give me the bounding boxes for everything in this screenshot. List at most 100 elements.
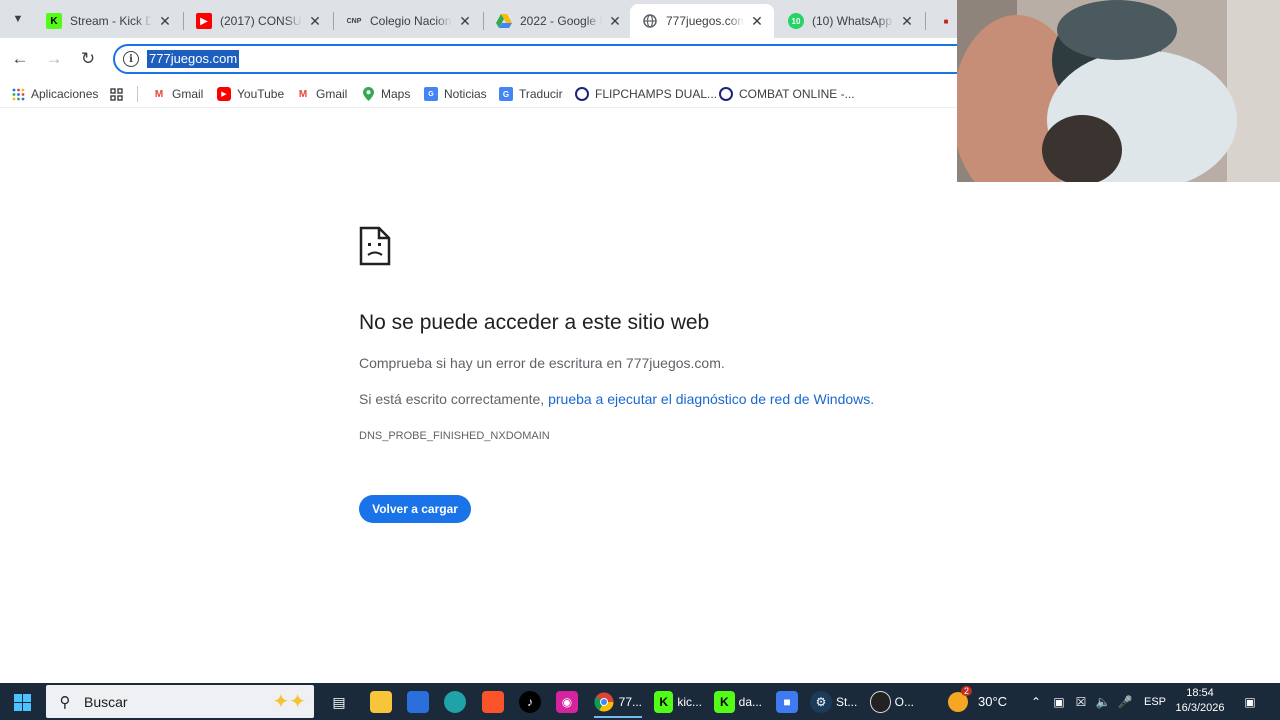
tab-colegio[interactable]: CNP Colegio Naciona ✕ [334,4,482,38]
bookmark-label: Maps [381,87,411,101]
weather-widget[interactable]: 2 30°C [948,683,1007,720]
microphone-icon[interactable]: 🎤 [1114,695,1136,709]
diagnostics-link[interactable]: prueba a ejecutar el diagnóstico de red … [548,391,870,407]
speaker-icon[interactable]: 🔈 [1092,695,1114,709]
task-view-button[interactable]: ▤ [324,686,358,718]
youtube-icon: ▶ [217,87,231,101]
error-code: DNS_PROBE_FINISHED_NXDOMAIN [359,430,550,442]
bookmark-gmail-2[interactable]: M Gmail [296,85,348,103]
sun-icon: 2 [948,685,972,712]
arrow-left-icon: ← [11,49,29,68]
sparkle-icon: ✦✦ [272,691,306,713]
taskbar-app-label: da... [738,695,762,709]
tab-search-button[interactable]: ▼ [6,7,30,31]
search-label: Buscar [84,693,128,710]
obs-taskbar-button[interactable]: O... [866,686,918,718]
sad-document-icon [359,226,391,271]
chrome-icon [594,691,615,713]
bookmark-flipchamps[interactable]: FLIPCHAMPS DUAL... [575,85,717,103]
windows-icon [13,693,31,711]
bookmark-label: Aplicaciones [31,87,99,101]
tab-777juegos[interactable]: 777juegos.com ✕ [630,4,774,38]
tab-overflow[interactable]: ■ [926,4,956,38]
bookmark-grid[interactable] [109,85,129,103]
task-view-icon: ▤ [332,693,346,710]
chrome-taskbar-button[interactable]: 77... [590,686,646,718]
reload-button[interactable]: ↻ [74,45,102,73]
close-icon[interactable]: ✕ [898,12,916,30]
steam-taskbar-button[interactable]: ⚙ St... [806,686,862,718]
tab-google-drive[interactable]: 2022 - Google D ✕ [484,4,632,38]
notifications-button[interactable]: ▣ [1240,683,1260,720]
back-button[interactable]: ← [6,45,34,73]
forward-button[interactable]: → [40,45,68,73]
info-icon[interactable]: i [123,51,139,67]
tab-youtube[interactable]: ▶ (2017) CONSUM ✕ [184,4,332,38]
close-icon[interactable]: ✕ [748,12,766,30]
file-explorer-button[interactable] [366,686,400,718]
whatsapp-icon: 10 [788,13,804,29]
bookmark-label: COMBAT ONLINE -... [739,87,855,101]
translate-icon: G [499,87,513,101]
tab-whatsapp[interactable]: 10 (10) WhatsApp ✕ [776,4,924,38]
webcam-video [957,0,1280,182]
brave-button[interactable] [478,686,512,718]
store-button[interactable] [403,686,437,718]
roblox-icon: ■ [776,691,798,713]
bookmark-traducir[interactable]: G Traducir [499,85,563,103]
tab-kick-stream[interactable]: K Stream - Kick Da ✕ [34,4,182,38]
bookmark-label: Gmail [172,87,204,101]
bookmark-noticias[interactable]: G Noticias [424,85,487,103]
cnp-icon: CNP [346,17,362,25]
bookmark-separator [137,86,138,102]
tab-title: 2022 - Google D [520,14,602,28]
edge-button[interactable] [440,686,474,718]
close-icon[interactable]: ✕ [456,12,474,30]
tiktok-icon: ♪ [519,691,541,713]
store-icon [407,691,429,713]
taskbar: ⚲ Buscar ✦✦ ▤ ♪ ◉ 77... K kic... K da...… [0,683,1280,720]
bookmark-combat-online[interactable]: COMBAT ONLINE -... [719,85,855,103]
tab-title: Colegio Naciona [370,14,452,28]
error-page: No se puede acceder a este sitio web Com… [0,109,1280,683]
address-bar[interactable]: i 777juegos.com [113,44,983,74]
search-icon: ⚲ [59,693,71,711]
arrow-right-icon: → [45,49,63,68]
weather-temp: 30°C [978,694,1008,709]
weather-badge: 2 [960,685,972,696]
network-offline-icon[interactable]: ☒ [1070,695,1092,709]
bookmark-gmail-1[interactable]: M Gmail [152,85,204,103]
tab-title: (10) WhatsApp [812,14,893,28]
close-icon[interactable]: ✕ [606,12,624,30]
close-icon[interactable]: ✕ [156,12,174,30]
bookmark-maps[interactable]: Maps [361,85,410,103]
tab-title: 777juegos.com [666,14,744,28]
roblox-button[interactable]: ■ [772,686,806,718]
close-icon[interactable]: ✕ [306,12,324,30]
bookmark-apps[interactable]: Aplicaciones [11,85,98,103]
clock[interactable]: 18:54 16/3/2026 [1170,686,1230,716]
bookmark-youtube[interactable]: ▶ YouTube [217,85,284,103]
error-suggestion: Si está escrito correctamente, prueba a … [359,391,874,407]
instagram-icon: ◉ [556,691,578,713]
start-button[interactable] [6,687,38,717]
tiktok-button[interactable]: ♪ [515,686,549,718]
kick-taskbar-button-2[interactable]: K da... [710,686,766,718]
meet-icon[interactable]: ▣ [1048,695,1070,709]
kick-taskbar-button-1[interactable]: K kic... [650,686,706,718]
taskbar-search[interactable]: ⚲ Buscar ✦✦ [46,685,314,718]
file-explorer-icon [370,691,392,713]
language-indicator[interactable]: ESP [1144,696,1166,708]
url-text[interactable]: 777juegos.com [147,50,240,68]
gmail-icon: M [154,88,164,100]
taskbar-app-label: 77... [618,695,642,709]
reload-page-button[interactable]: Volver a cargar [359,495,471,523]
bookmark-label: YouTube [237,87,285,101]
site-icon: ■ [943,16,949,26]
clock-date: 16/3/2026 [1175,702,1225,714]
kick-icon: K [654,691,674,713]
bookmark-label: Traducir [519,87,563,101]
chevron-up-icon[interactable]: ⌃ [1028,695,1044,709]
instagram-button[interactable]: ◉ [552,686,586,718]
notification-icon: ▣ [1244,694,1256,709]
